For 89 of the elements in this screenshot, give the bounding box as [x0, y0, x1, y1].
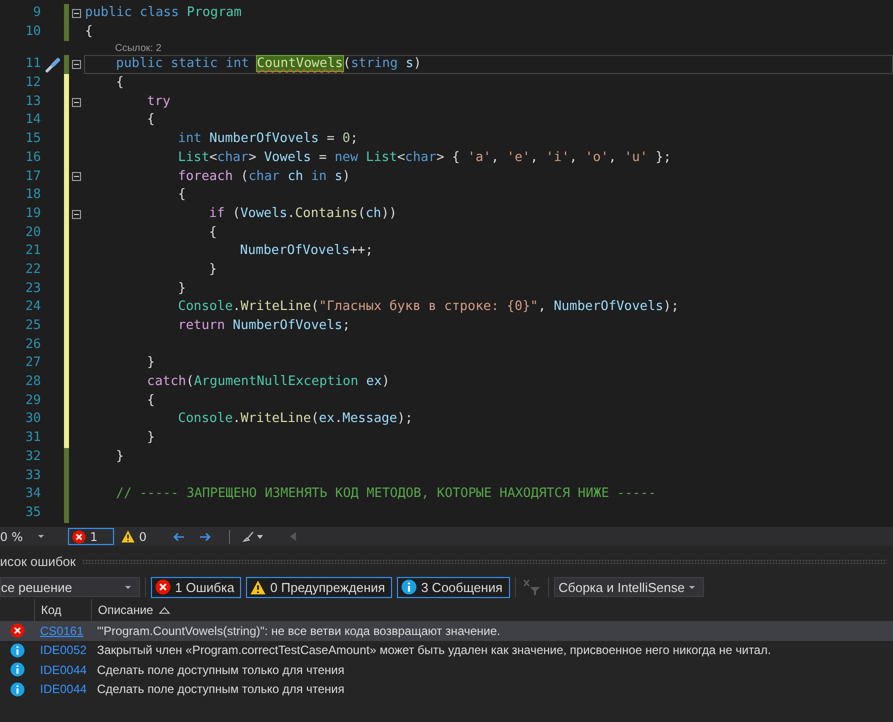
line-number: 33: [24, 466, 41, 484]
line-number: 31: [24, 429, 41, 448]
zoom-dropdown[interactable]: 0 %: [0, 530, 48, 544]
error-icon: [10, 623, 24, 638]
collapse-icon[interactable]: [72, 8, 81, 18]
code-line: }: [209, 262, 217, 279]
info-icon: [10, 662, 24, 678]
info-icon: [10, 642, 24, 658]
error-description: Сделать поле доступным только для чтения: [96, 682, 344, 696]
back-arrow-icon[interactable]: [172, 532, 185, 542]
code-line: int NumberOfVovels = 0;: [178, 131, 358, 148]
error-list-title: исок ошибок: [0, 554, 76, 568]
line-number: 11: [24, 55, 41, 74]
line-number: 20: [24, 224, 41, 242]
code-line: {: [178, 187, 186, 204]
error-indicator[interactable]: 1: [68, 528, 114, 545]
code-line: }: [178, 280, 186, 298]
line-number: 16: [24, 148, 41, 167]
line-number: 24: [24, 298, 41, 316]
error-list-row[interactable]: IDE0052 Закрытый член «Program.correctTestCaseAmount» может быть удален как значение, присвоенное него никогда не читал.: [0, 640, 893, 660]
line-number: 21: [24, 242, 41, 260]
code-line: {: [209, 224, 217, 242]
code-line: // ----- ЗАПРЕЩЕНО ИЗМЕНЯТЬ КОД МЕТОДОВ, КОТОРЫЕ НАХОДЯТСЯ НИЖЕ -----: [116, 486, 656, 503]
code-line: catch(ArgumentNullException ex): [147, 374, 390, 391]
error-description: Сделать поле доступным только для чтения: [96, 662, 344, 677]
line-number: 19: [24, 204, 41, 223]
line-number: 26: [24, 336, 41, 354]
code-line: public class Program: [85, 5, 242, 22]
code-line: return NumberOfVovels;: [178, 318, 350, 335]
line-number: 12: [24, 74, 41, 92]
code-line: {: [116, 75, 124, 92]
build-source-dropdown[interactable]: Сборка и IntelliSense: [554, 577, 704, 597]
line-number: 23: [24, 280, 41, 298]
line-number: 30: [24, 410, 41, 428]
code-line: }: [147, 430, 155, 447]
error-code-link[interactable]: IDE0044: [40, 662, 87, 677]
line-number: 27: [24, 354, 41, 372]
warning-indicator[interactable]: 0: [118, 528, 153, 545]
error-code-link[interactable]: IDE0052: [40, 643, 87, 658]
line-number: 29: [24, 392, 41, 410]
sort-ascending-icon[interactable]: [159, 606, 170, 614]
error-list-row[interactable]: CS0161 '"Program.CountVowels(string)": не все ветви кода возвращают значение.: [0, 621, 893, 640]
code-line: {: [147, 112, 155, 130]
error-description: Закрытый член «Program.correctTestCaseAmount» может быть удален как значение, присвоенное него никогда не читал.: [96, 643, 771, 658]
forward-arrow-icon[interactable]: [198, 532, 211, 542]
code-line: NumberOfVovels++;: [240, 243, 374, 260]
code-line: if (Vowels.Contains(ch)): [209, 206, 397, 223]
line-number: 34: [24, 485, 41, 504]
filter-toggle-button[interactable]: 0 Предупреждения: [246, 576, 392, 598]
line-number: 13: [24, 92, 41, 111]
collapse-icon[interactable]: [72, 172, 81, 182]
line-number: 17: [24, 168, 41, 186]
code-line: }: [147, 355, 155, 372]
info-icon: [10, 682, 24, 697]
error-description: '"Program.CountVowels(string)": не все ветви кода возвращают значение.: [96, 624, 500, 638]
error-list-row[interactable]: IDE0044 Сделать поле доступным только для чтения: [0, 680, 893, 699]
code-line: {: [85, 24, 93, 40]
code-line: }: [116, 448, 124, 466]
code-line: {: [147, 392, 155, 410]
line-number: 18: [24, 186, 41, 204]
line-number: 35: [24, 504, 41, 522]
line-number: 32: [24, 448, 41, 466]
line-number: 9: [32, 4, 41, 22]
code-line: foreach (char ch in s): [178, 168, 350, 186]
error-code-link[interactable]: IDE0044: [40, 682, 87, 696]
error-icon: [155, 579, 171, 595]
line-number: 15: [24, 130, 41, 148]
line-number: 10: [24, 22, 41, 41]
codelens-references[interactable]: Ссылок: 2: [115, 42, 162, 54]
info-icon: [401, 579, 418, 595]
code-line: Console.WriteLine("Гласных букв в строке: {0}", NumberOfVovels);: [178, 299, 679, 316]
code-line: public static int CountVowels(string s): [116, 56, 422, 74]
collapse-icon[interactable]: [72, 98, 81, 107]
code-line: Console.WriteLine(ex.Message);: [178, 411, 413, 428]
code-line: List<char> Vowels = new List<char> { 'a', 'e', 'i', 'o', 'u' };: [178, 150, 672, 167]
line-number: 25: [24, 317, 41, 335]
filter-toggle-button[interactable]: 1 Ошибка: [151, 576, 242, 598]
filter-toggle-button[interactable]: 3 Сообщения: [397, 576, 510, 598]
line-number: 28: [24, 373, 41, 392]
code-line: try: [147, 94, 170, 110]
error-list-row[interactable]: IDE0044 Сделать поле доступным только для чтения: [0, 660, 893, 680]
scope-dropdown[interactable]: се решение: [0, 577, 140, 597]
collapse-icon[interactable]: [72, 210, 81, 219]
screwdriver-icon[interactable]: [44, 56, 60, 73]
line-number: 14: [24, 111, 41, 130]
brush-dropdown-icon[interactable]: [242, 530, 264, 542]
warning-icon: [250, 580, 266, 594]
line-number: 22: [24, 260, 41, 279]
collapse-icon[interactable]: [72, 60, 81, 70]
